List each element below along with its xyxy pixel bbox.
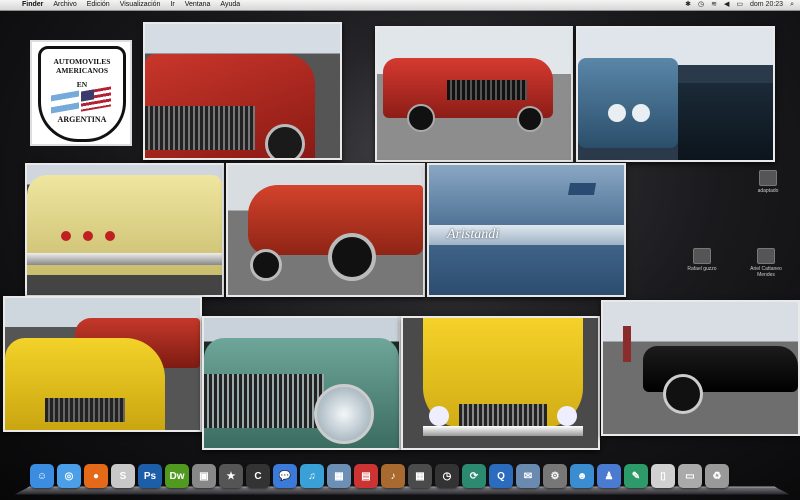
- photo-blue-car-script[interactable]: Aristandi: [427, 163, 626, 297]
- downloads-icon[interactable]: ▭: [678, 464, 702, 488]
- safari-icon[interactable]: ◎: [57, 464, 81, 488]
- app-icon[interactable]: S: [111, 464, 135, 488]
- dock-icons: ☺ ◎ ● S Ps Dw ▣ ★ C 💬 ♫ ▦ ▤ ♪ ▦ ◷ ⟳ Q ✉ ⚙ ☻ ♟ ✎ ▯ ▭ ♻: [30, 464, 729, 488]
- ichat-icon[interactable]: 💬: [273, 464, 297, 488]
- photo-yellow-car-side[interactable]: [3, 296, 202, 432]
- logo-automoviles-americanos: AUTOMOVILES AMERICANOS EN ARGENTINA: [30, 40, 132, 146]
- document-icon[interactable]: ▯: [651, 464, 675, 488]
- menu-list: Finder Archivo Edición Visualización Ir …: [22, 0, 240, 10]
- quicktime-icon[interactable]: Q: [489, 464, 513, 488]
- photo-red-mercury-front[interactable]: [143, 22, 342, 160]
- photo-red-cougar[interactable]: [375, 26, 573, 162]
- script-emblem: Aristandi: [447, 227, 500, 242]
- desktop-icon-label: Rafael guzzo: [687, 266, 717, 272]
- argentina-flag: [51, 90, 79, 114]
- logo-line1: AUTOMOVILES: [53, 57, 111, 66]
- logo-line4: ARGENTINA: [57, 115, 107, 124]
- dashboard-icon[interactable]: ▦: [408, 464, 432, 488]
- photo-black-car[interactable]: [601, 300, 800, 436]
- photo-yellow-impala-rear[interactable]: [25, 163, 224, 297]
- mail-icon[interactable]: ✉: [516, 464, 540, 488]
- clock[interactable]: dom 20:23: [750, 0, 783, 10]
- desktop-icon-ariel[interactable]: Ariel Cattaneo Mendes: [744, 248, 788, 278]
- sync-icon[interactable]: ⟳: [462, 464, 486, 488]
- menu-ventana[interactable]: Ventana: [185, 0, 211, 10]
- firefox-icon[interactable]: ●: [84, 464, 108, 488]
- dreamweaver-icon[interactable]: Dw: [165, 464, 189, 488]
- comic-icon[interactable]: C: [246, 464, 270, 488]
- finder-icon[interactable]: ☺: [30, 464, 54, 488]
- dock: ☺ ◎ ● S Ps Dw ▣ ★ C 💬 ♫ ▦ ▤ ♪ ▦ ◷ ⟳ Q ✉ ⚙ ☻ ♟ ✎ ▯ ▭ ♻: [14, 462, 790, 496]
- users-icon[interactable]: ☻: [570, 464, 594, 488]
- trash-icon[interactable]: ♻: [705, 464, 729, 488]
- menu-ir[interactable]: Ir: [170, 0, 174, 10]
- menu-extras: ✱ ◷ ≋ ◀ ▭ dom 20:23 ⌕: [685, 0, 794, 10]
- volume-icon[interactable]: ◀: [724, 0, 729, 10]
- spotlight-icon[interactable]: ⌕: [790, 0, 794, 10]
- photo-red-firebird[interactable]: [226, 163, 425, 297]
- itunes-icon[interactable]: ♫: [300, 464, 324, 488]
- logo-shield: AUTOMOVILES AMERICANOS EN ARGENTINA: [38, 46, 126, 142]
- usa-flag: [81, 86, 111, 112]
- photo-green-car-grille[interactable]: [202, 316, 401, 450]
- folder-icon: [757, 248, 775, 264]
- photo-yellow-camaro-front[interactable]: [401, 316, 600, 450]
- menu-bar: Finder Archivo Edición Visualización Ir …: [0, 0, 800, 11]
- menu-ayuda[interactable]: Ayuda: [220, 0, 240, 10]
- desktop-icon-rafael[interactable]: Rafael guzzo: [680, 248, 724, 272]
- timemachine-icon[interactable]: ◷: [435, 464, 459, 488]
- logo-line2: AMERICANOS: [55, 66, 109, 75]
- desktop-icon-label: Ariel Cattaneo Mendes: [750, 266, 782, 278]
- desktop-icon-label: adaptado: [757, 188, 779, 194]
- pdf-icon[interactable]: ▤: [354, 464, 378, 488]
- photo-blue-car-headlights[interactable]: [576, 26, 775, 162]
- menu-archivo[interactable]: Archivo: [53, 0, 76, 10]
- wifi-icon[interactable]: ≋: [711, 0, 717, 10]
- iphoto-icon[interactable]: ▦: [327, 464, 351, 488]
- folder-icon: [759, 170, 777, 186]
- garageband-icon[interactable]: ♪: [381, 464, 405, 488]
- folder-icon: [693, 248, 711, 264]
- system-prefs-icon[interactable]: ⚙: [543, 464, 567, 488]
- desktop-icon-adaptado[interactable]: adaptado: [746, 170, 790, 194]
- menu-finder[interactable]: Finder: [22, 0, 43, 10]
- menu-visualizacion[interactable]: Visualización: [120, 0, 161, 10]
- photoshop-icon[interactable]: Ps: [138, 464, 162, 488]
- person-icon[interactable]: ♟: [597, 464, 621, 488]
- battery-icon[interactable]: ▭: [736, 0, 743, 10]
- timemachine-status-icon[interactable]: ◷: [698, 0, 704, 10]
- preview-icon[interactable]: ▣: [192, 464, 216, 488]
- menu-edicion[interactable]: Edición: [87, 0, 110, 10]
- bluetooth-icon[interactable]: ✱: [685, 0, 691, 10]
- feather-icon[interactable]: ✎: [624, 464, 648, 488]
- imovie-icon[interactable]: ★: [219, 464, 243, 488]
